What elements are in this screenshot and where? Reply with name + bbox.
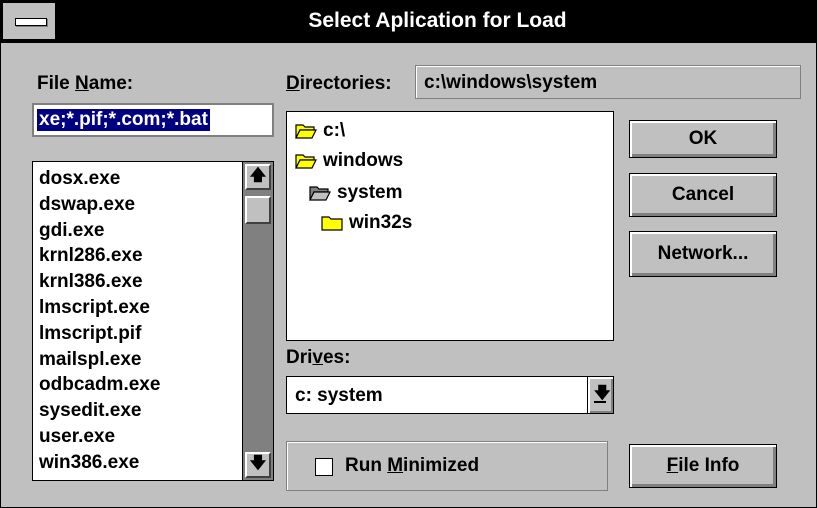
directories-label: Directories: — [286, 73, 392, 94]
file-name-value: xe;*.pif;*.com;*.bat — [37, 109, 210, 131]
scroll-down-button[interactable]: 🡇 — [245, 452, 271, 478]
open-folder-icon — [295, 154, 317, 169]
dir-label: win32s — [349, 212, 413, 233]
file-list[interactable]: dosx.exe dswap.exe gdi.exe krnl286.exe krnl3… — [32, 161, 274, 481]
file-list-item[interactable]: krnl386.exe — [39, 271, 143, 293]
current-directory-path: c:\windows\system — [415, 65, 801, 99]
dir-item-system[interactable]: system — [309, 182, 403, 204]
file-info-button[interactable]: File Info — [629, 444, 777, 488]
file-list-scrollbar[interactable]: 🡅 🡇 — [242, 162, 273, 480]
dir-label: windows — [323, 150, 404, 171]
dropdown-underline — [594, 401, 606, 403]
dropdown-arrow-icon: 🡇 — [594, 385, 611, 402]
file-name-input[interactable]: xe;*.pif;*.com;*.bat — [32, 103, 274, 137]
ok-button[interactable]: OK — [629, 120, 777, 158]
file-list-item[interactable]: lmscript.exe — [39, 297, 150, 319]
file-list-item[interactable]: sysedit.exe — [39, 400, 141, 422]
file-list-item[interactable]: lmscript.pif — [39, 323, 141, 345]
dir-item-root[interactable]: c:\ — [295, 120, 345, 142]
file-list-item[interactable]: mailspl.exe — [39, 349, 141, 371]
network-button[interactable]: Network... — [629, 231, 777, 277]
file-list-item[interactable]: odbcadm.exe — [39, 374, 160, 396]
drives-dropdown-button[interactable]: 🡇 — [587, 377, 613, 413]
dir-label: system — [337, 182, 403, 203]
drives-dropdown[interactable]: c: system 🡇 — [286, 376, 614, 414]
file-list-item[interactable]: dswap.exe — [39, 194, 135, 216]
scroll-thumb[interactable] — [245, 196, 271, 224]
directory-list[interactable]: c:\ windows system win32s — [286, 111, 614, 341]
dir-item-windows[interactable]: windows — [295, 150, 403, 172]
title-bar[interactable]: Select Aplication for Load — [1, 1, 816, 43]
file-list-item[interactable]: win386.exe — [39, 452, 139, 474]
run-minimized-label[interactable]: Run Minimized — [345, 455, 479, 477]
file-list-item[interactable]: dosx.exe — [39, 168, 120, 190]
run-minimized-group: Run Minimized — [286, 441, 608, 491]
file-list-item[interactable]: user.exe — [39, 426, 115, 448]
system-menu-icon — [15, 18, 47, 26]
down-arrow-icon: 🡇 — [249, 455, 267, 472]
dir-item-win32s[interactable]: win32s — [321, 212, 412, 234]
dialog-title: Select Aplication for Load — [308, 9, 567, 32]
up-arrow-icon: 🡅 — [249, 167, 267, 184]
drives-label: Drives: — [286, 347, 351, 368]
dir-label: c:\ — [323, 120, 346, 141]
cancel-button[interactable]: Cancel — [629, 173, 777, 217]
run-minimized-checkbox[interactable] — [315, 458, 333, 476]
file-list-item[interactable]: gdi.exe — [39, 220, 104, 242]
file-list-item[interactable]: krnl286.exe — [39, 245, 143, 267]
scroll-up-button[interactable]: 🡅 — [245, 164, 271, 190]
select-application-dialog: Select Aplication for Load File Name: xe… — [0, 0, 817, 508]
open-folder-icon — [309, 186, 331, 201]
closed-folder-icon — [321, 216, 343, 231]
open-folder-icon — [295, 124, 317, 139]
system-menu-button[interactable] — [3, 3, 57, 39]
drives-value: c: system — [295, 385, 383, 406]
file-name-label: File Name: — [37, 73, 134, 94]
